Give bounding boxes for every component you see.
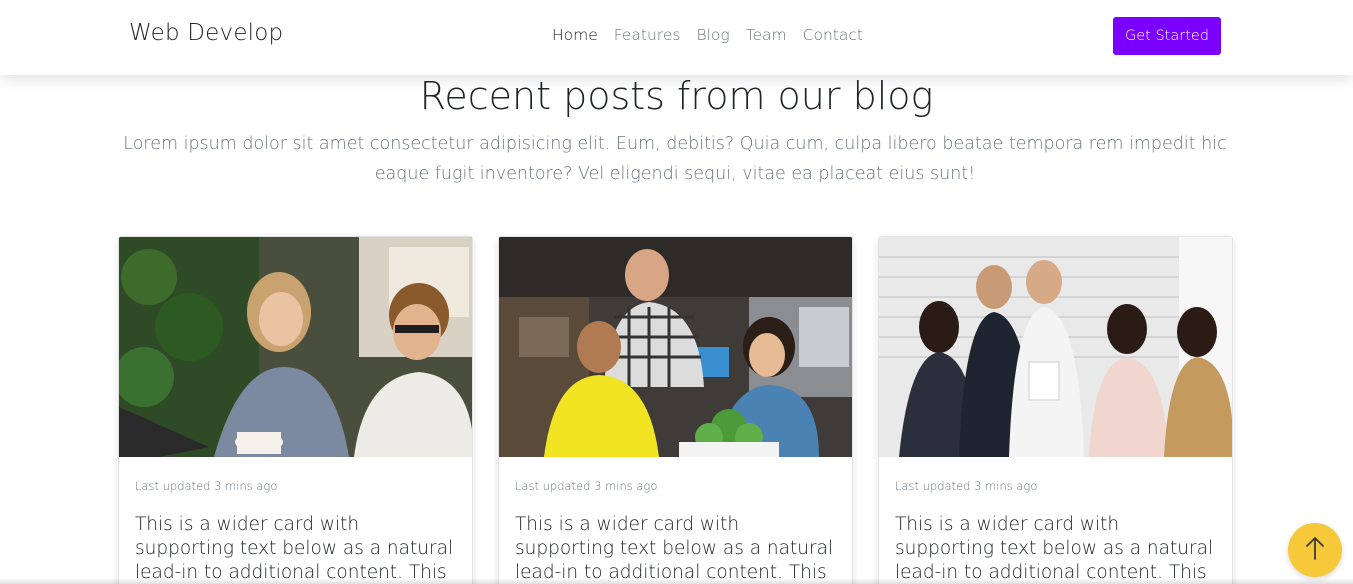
nav-link-blog[interactable]: Blog (696, 26, 729, 44)
brand-logo[interactable]: Web Develop (129, 20, 283, 46)
card-photo (499, 237, 852, 457)
card-body-text: This is a wider card with supporting tex… (135, 514, 454, 583)
card-photo (119, 237, 472, 457)
card-body-text: This is a wider card with supporting tex… (515, 514, 834, 583)
card-body-text: This is a wider card with supporting tex… (895, 514, 1214, 583)
blog-card[interactable]: Last updated 3 mins ago This is a wider … (878, 236, 1233, 584)
card-photo (879, 237, 1232, 457)
nav-links: Home Features Blog Team Contact (552, 26, 863, 44)
card-updated-text: Last updated 3 mins ago (135, 479, 278, 493)
section-title: Recent posts from our blog (419, 74, 934, 118)
card-updated-text: Last updated 3 mins ago (895, 479, 1038, 493)
card-updated-text: Last updated 3 mins ago (515, 479, 658, 493)
blog-card[interactable]: Last updated 3 mins ago This is a wider … (118, 236, 473, 584)
get-started-button[interactable]: Get Started (1113, 17, 1221, 55)
nav-link-features[interactable]: Features (614, 26, 681, 44)
arrow-up-icon (1304, 535, 1326, 565)
nav-link-team[interactable]: Team (746, 26, 787, 44)
nav-link-contact[interactable]: Contact (803, 26, 863, 44)
nav-link-home[interactable]: Home (552, 26, 598, 44)
navbar: Web Develop Home Features Blog Team Cont… (0, 0, 1353, 75)
section-subtitle: Lorem ipsum dolor sit amet consectetur a… (123, 134, 1227, 184)
blog-card[interactable]: Last updated 3 mins ago This is a wider … (498, 236, 853, 584)
bottom-edge-shadow (0, 578, 1353, 584)
scroll-to-top-button[interactable] (1288, 523, 1342, 577)
